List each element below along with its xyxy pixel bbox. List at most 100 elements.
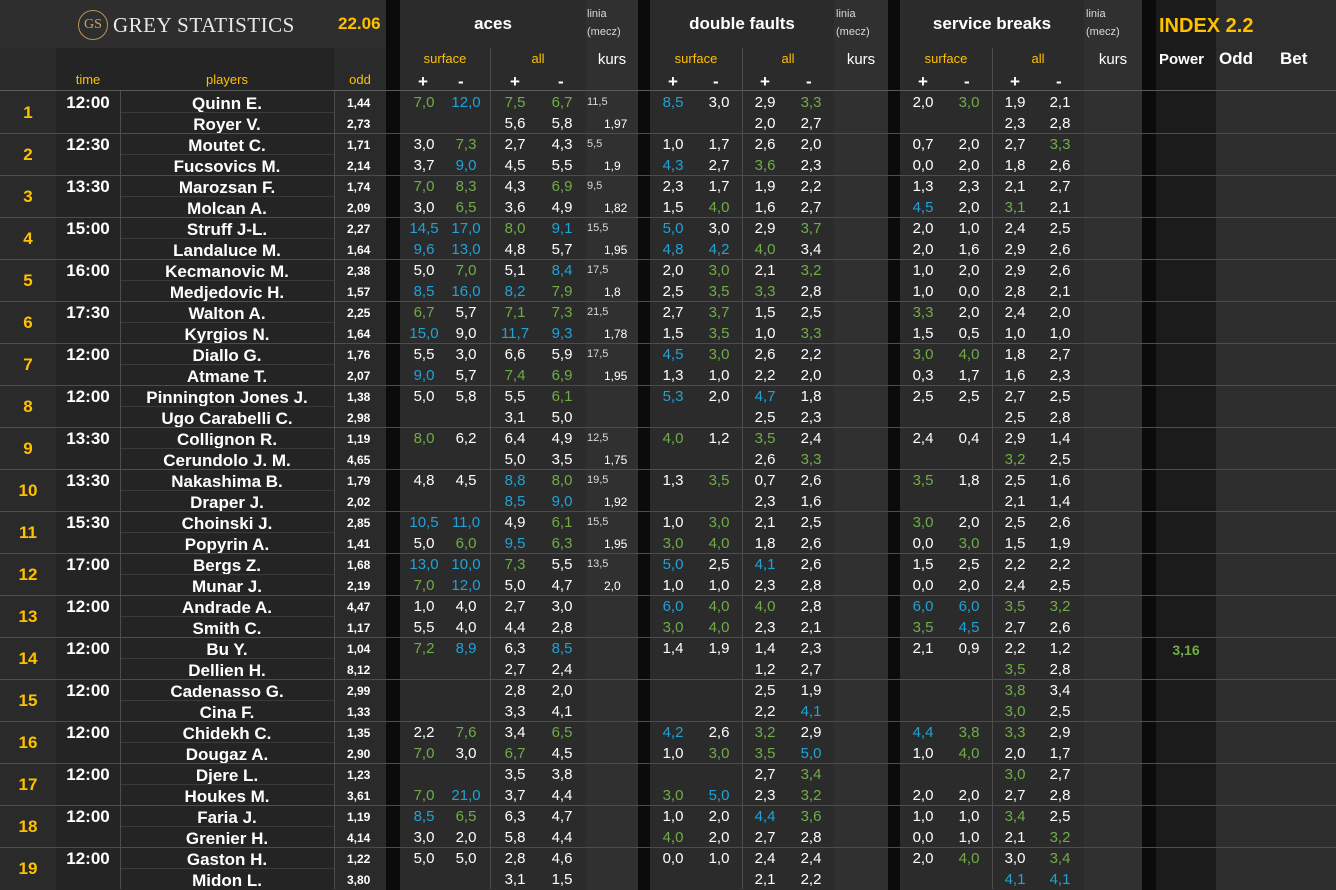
row-divider: [0, 721, 1336, 722]
aces-value: 8,0: [413, 430, 435, 447]
stat-divider: [742, 259, 743, 301]
player-2: Midon L.: [192, 871, 262, 890]
aces-value: 8,0: [551, 472, 573, 489]
aces-value: 5,0: [413, 535, 435, 552]
aces-value: 2,8: [504, 682, 526, 699]
service-breaks-value: 0,7: [912, 136, 934, 153]
match-time: 13:30: [66, 471, 110, 490]
double-faults-value: 1,7: [708, 178, 730, 195]
aces-value: 4,7: [551, 808, 573, 825]
double-faults-value: 1,0: [708, 850, 730, 867]
service-breaks-value: 2,2: [1004, 640, 1026, 657]
subheader-label: all: [781, 51, 795, 66]
kurs-label: kurs: [1098, 51, 1128, 68]
odd-player-2: 1,41: [347, 537, 371, 551]
odd-col-divider: [334, 469, 335, 511]
aces-value: 5,7: [455, 367, 477, 384]
aces-value: 5,8: [551, 115, 573, 132]
stat-divider: [992, 301, 993, 343]
row-divider: [0, 133, 1336, 134]
subheader-label: surface: [924, 51, 968, 66]
service-breaks-value: 2,7: [1004, 619, 1026, 636]
stat-divider: [490, 595, 491, 637]
service-breaks-value: 1,6: [958, 241, 980, 258]
service-breaks-value: 6,0: [912, 598, 934, 615]
player-2: Popyrin A.: [184, 535, 270, 554]
service-breaks-value: 3,5: [912, 619, 934, 636]
double-faults-value: 2,4: [800, 430, 822, 447]
match-time: 12:00: [66, 597, 110, 616]
header-divider: [490, 48, 491, 90]
aces-value: 6,3: [504, 640, 526, 657]
player-split: [120, 154, 334, 155]
aces-line-value: 12,5: [587, 432, 609, 444]
double-faults-value: 3,4: [800, 241, 822, 258]
stat-divider: [992, 259, 993, 301]
minus-label: -: [1056, 72, 1062, 91]
kurs-label: kurs: [597, 51, 627, 68]
double-faults-value: 2,2: [800, 871, 822, 888]
double-faults-value: 4,3: [662, 157, 684, 174]
aces-value: 8,5: [413, 283, 435, 300]
row-divider: [0, 469, 1336, 470]
header-divider: [742, 48, 743, 90]
aces-line-value: 9,5: [587, 180, 603, 192]
service-breaks-value: 2,2: [1049, 556, 1071, 573]
service-breaks-value: 1,0: [958, 808, 980, 825]
aces-value: 4,0: [455, 619, 477, 636]
aces-kurs-value: 2,0: [604, 579, 621, 593]
stat-divider: [992, 217, 993, 259]
service-breaks-value: 0,5: [958, 325, 980, 342]
stat-divider: [992, 385, 993, 427]
double-faults-value: 3,5: [708, 283, 730, 300]
double-faults-value: 2,6: [800, 472, 822, 489]
service-breaks-value: 4,1: [1004, 871, 1026, 888]
aces-line-value: 17,5: [587, 348, 609, 360]
double-faults-value: 3,3: [800, 325, 822, 342]
aces-value: 3,0: [455, 346, 477, 363]
service-breaks-value: 3,0: [958, 535, 980, 552]
service-breaks-value: 1,4: [1049, 430, 1071, 447]
service-breaks-value: 2,0: [912, 220, 934, 237]
odd-player-2: 2,19: [347, 579, 371, 593]
double-faults-value: 2,4: [800, 850, 822, 867]
row-number: 6: [23, 313, 33, 332]
double-faults-value: 1,2: [754, 661, 776, 678]
service-breaks-value: 2,4: [1004, 304, 1026, 321]
row-divider: [0, 259, 1336, 260]
aces-value: 2,4: [551, 661, 573, 678]
aces-value: 10,0: [451, 556, 481, 573]
service-breaks-value: 2,6: [1049, 241, 1071, 258]
row-number: 11: [19, 523, 37, 542]
player-1: Collignon R.: [176, 430, 278, 449]
double-faults-value: 3,0: [662, 619, 684, 636]
row-number: 18: [18, 817, 38, 836]
player-col-divider: [120, 385, 121, 427]
stat-divider: [490, 217, 491, 259]
double-faults-value: 3,6: [800, 808, 822, 825]
double-faults-value: 5,0: [708, 787, 730, 804]
aces-value: 6,7: [413, 304, 435, 321]
aces-value: 13,0: [409, 556, 439, 573]
aces-value: 9,1: [551, 220, 573, 237]
player-1: Marozsan F.: [178, 178, 276, 197]
odd-player-1: 2,27: [347, 222, 371, 236]
double-faults-value: 1,9: [754, 178, 776, 195]
double-faults-value: 1,2: [708, 430, 730, 447]
subheader-label: all: [531, 51, 545, 66]
player-2: Cina F.: [199, 703, 255, 722]
aces-value: 6,2: [455, 430, 477, 447]
double-faults-title: double faults: [689, 14, 795, 33]
service-breaks-value: 2,0: [912, 850, 934, 867]
odd-player-1: 2,99: [347, 684, 371, 698]
aces-value: 7,0: [413, 94, 435, 111]
match-time: 12:00: [66, 93, 110, 112]
time-header: time: [75, 72, 101, 87]
aces-value: 5,7: [551, 241, 573, 258]
service-breaks-value: 3,5: [912, 472, 934, 489]
odd-col-divider: [334, 91, 335, 133]
double-faults-value: 2,0: [800, 136, 822, 153]
aces-value: 3,1: [504, 409, 526, 426]
row-number: 19: [18, 859, 38, 878]
service-breaks-value: 2,0: [958, 787, 980, 804]
